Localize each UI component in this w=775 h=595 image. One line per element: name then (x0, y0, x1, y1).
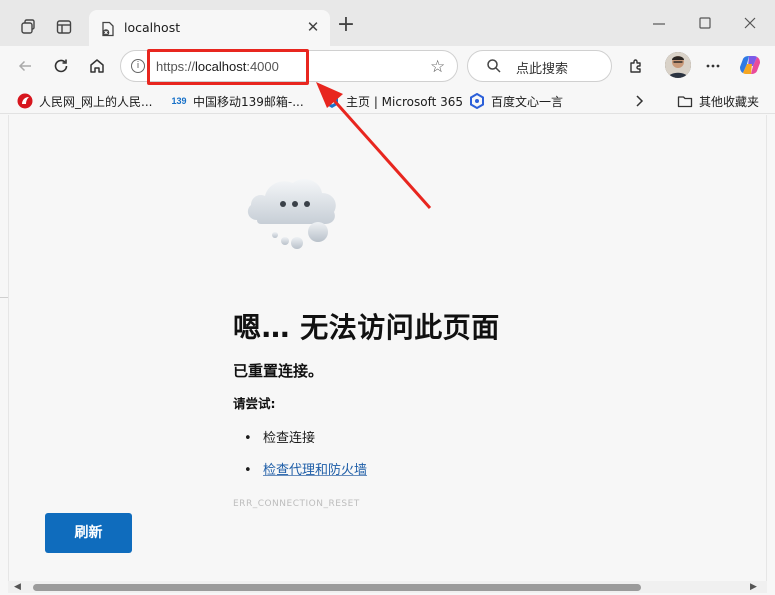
favorite-star-icon[interactable]: ☆ (430, 57, 445, 77)
minimize-icon[interactable] (650, 14, 668, 32)
maximize-icon[interactable] (696, 14, 714, 32)
more-menu-icon[interactable] (701, 54, 725, 78)
folder-icon (677, 93, 693, 109)
close-tab-icon[interactable]: ✕ (305, 19, 321, 35)
bookmark-label: 人民网_网上的人民... (39, 94, 153, 109)
page-error-icon (100, 21, 116, 37)
new-tab-button[interactable]: + (336, 14, 356, 36)
tab-localhost[interactable]: localhost ✕ (89, 10, 330, 47)
other-favorites-folder[interactable]: 其他收藏夹 (677, 92, 759, 110)
extensions-icon[interactable] (624, 54, 648, 78)
sad-cloud-icon (237, 168, 351, 254)
wenxin-icon (469, 93, 485, 109)
error-subhead: 已重置连接。 (233, 362, 324, 380)
microsoft365-icon (324, 93, 340, 109)
bookmark-label: 主页 | Microsoft 365 (346, 94, 464, 109)
workspaces-icon[interactable] (16, 15, 40, 39)
url-annotation-box (147, 49, 309, 85)
scroll-left-icon[interactable]: ◀ (14, 582, 21, 592)
bookmark-label: 中国移动139邮箱-... (193, 94, 304, 109)
check-proxy-firewall-link[interactable]: 检查代理和防火墙 (263, 463, 367, 478)
error-headline: 嗯… 无法访问此页面 (233, 311, 500, 344)
check-connection-text: 检查连接 (263, 431, 316, 446)
bullet: • (244, 463, 252, 478)
site-info-icon[interactable]: i (131, 59, 145, 73)
bookmarks-overflow-chevron-icon[interactable] (633, 92, 645, 110)
vertical-tabs-icon[interactable] (52, 15, 76, 39)
toolbar: i https://localhost:4000 ☆ 点此搜索 (0, 46, 775, 86)
search-label: 点此搜索 (516, 62, 569, 77)
bookmark-item-renminwang[interactable]: 人民网_网上的人民... (17, 92, 152, 110)
page-content (8, 115, 767, 581)
bookmark-label: 百度文心一言 (491, 94, 564, 109)
search-box[interactable]: 点此搜索 (467, 50, 612, 82)
error-code: ERR_CONNECTION_RESET (233, 499, 360, 509)
bullet: • (244, 431, 252, 446)
list-item: • 检查连接 (244, 427, 315, 446)
bookmark-item-wenxin[interactable]: 百度文心一言 (469, 92, 563, 110)
close-window-icon[interactable] (741, 14, 759, 32)
list-item: • 检查代理和防火墙 (244, 459, 367, 478)
home-icon[interactable] (85, 54, 109, 78)
scrollbar-thumb[interactable] (33, 584, 641, 591)
bookmark-item-microsoft365[interactable]: 主页 | Microsoft 365 (324, 92, 463, 110)
bookmark-item-139mail[interactable]: 139 中国移动139邮箱-... (171, 92, 304, 110)
refresh-icon[interactable] (49, 54, 73, 78)
scroll-right-icon[interactable]: ▶ (750, 582, 757, 592)
other-favorites-label: 其他收藏夹 (699, 94, 760, 109)
profile-avatar[interactable] (665, 52, 691, 78)
mail139-icon: 139 (171, 96, 187, 106)
search-icon (486, 58, 502, 78)
window-edge-mark (0, 297, 8, 298)
tab-bar: localhost ✕ + (0, 0, 775, 47)
copilot-icon[interactable] (738, 53, 762, 77)
renminwang-icon (17, 93, 33, 109)
tab-title: localhost (124, 20, 181, 35)
horizontal-scrollbar[interactable]: ◀ ▶ (8, 581, 767, 593)
bookmarks-bar: 人民网_网上的人民... 139 中国移动139邮箱-... 主页 | Micr… (0, 86, 775, 114)
back-icon[interactable] (13, 54, 37, 78)
try-label: 请尝试: (233, 396, 276, 411)
refresh-button[interactable]: 刷新 (45, 513, 132, 553)
